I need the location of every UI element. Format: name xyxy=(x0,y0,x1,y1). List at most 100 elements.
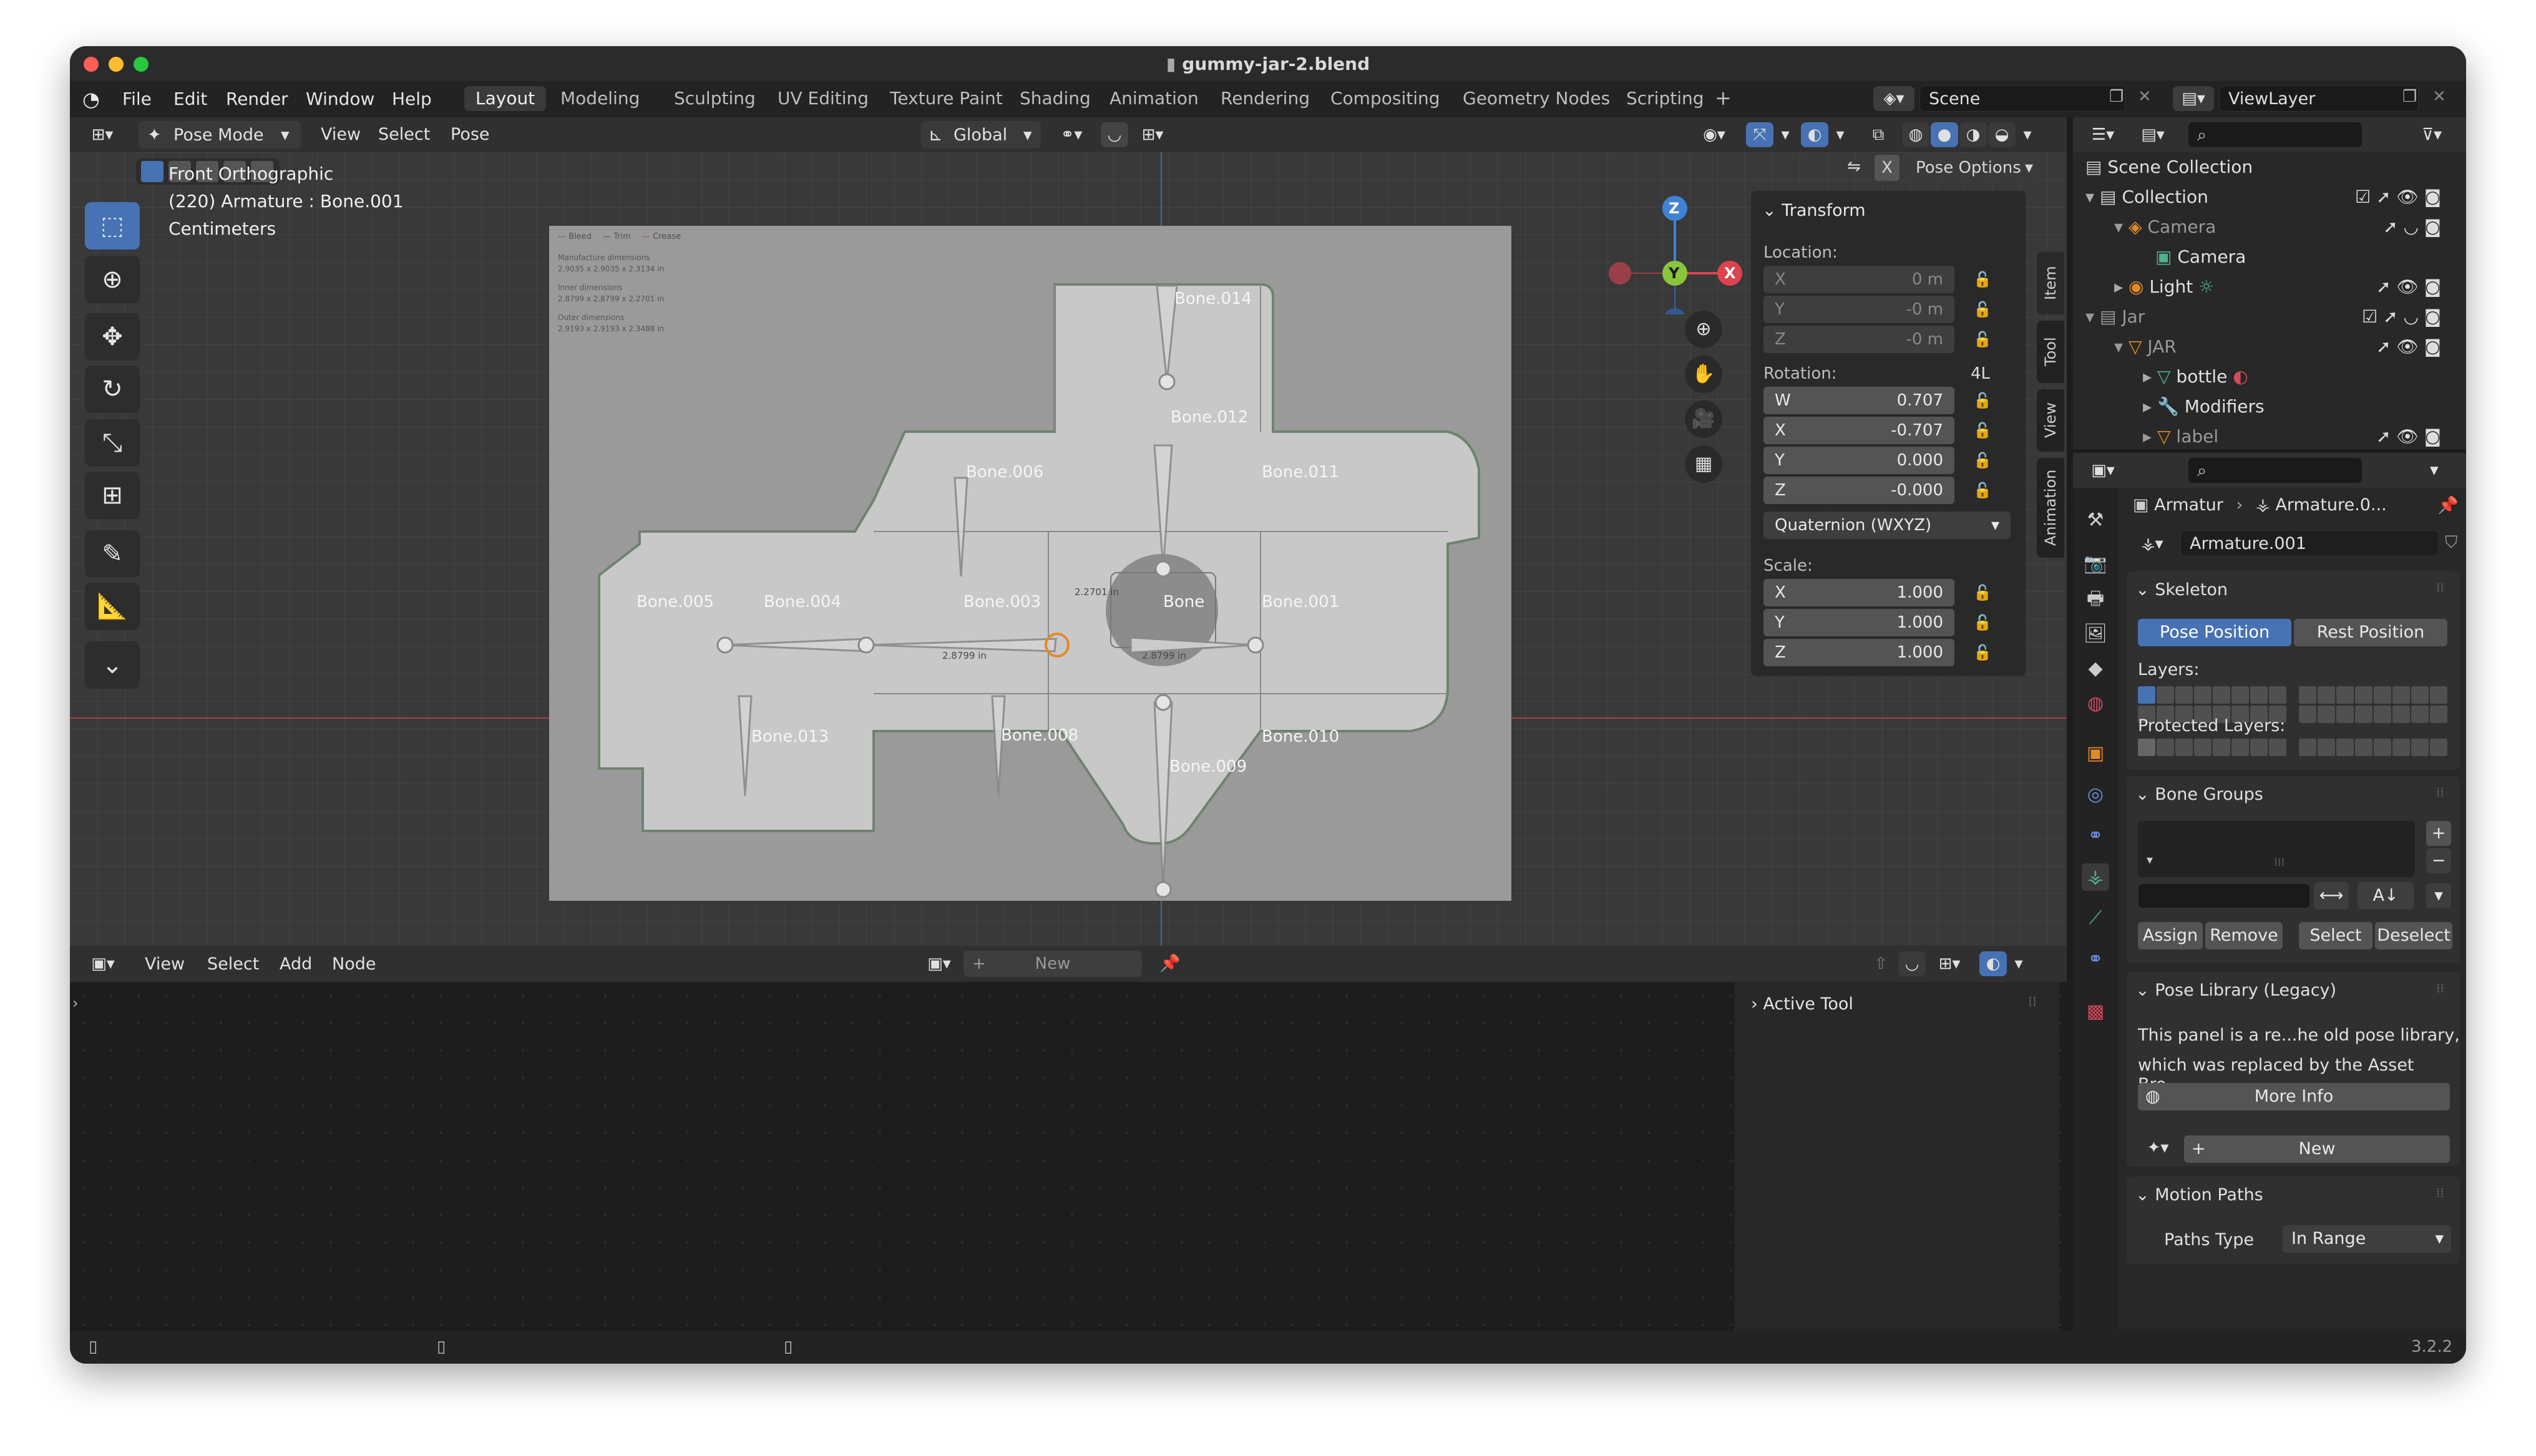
visibility-icons[interactable]: ➚ ◡ ◙ xyxy=(2383,212,2441,242)
blender-logo-icon[interactable]: ◔ xyxy=(82,87,100,111)
node-editor[interactable]: › › Active Tool ⁞⁞ xyxy=(70,982,2067,1331)
armature-data-icon[interactable]: ⚶ xyxy=(2082,863,2109,891)
menu-edit[interactable]: Edit xyxy=(173,89,207,109)
remove-button[interactable]: Remove xyxy=(2205,922,2283,949)
armature-name-field[interactable]: Armature.001 xyxy=(2180,530,2439,556)
perspective-grid-icon[interactable]: ▦ xyxy=(1685,445,1722,483)
tab-scripting[interactable]: Scripting xyxy=(1615,86,1715,111)
bone-group-list[interactable]: ▾ ⁞⁞⁞ xyxy=(2138,821,2415,877)
drag-handle-icon[interactable]: ⁞⁞ xyxy=(2436,1185,2444,1200)
tab-compositing[interactable]: Compositing xyxy=(1319,86,1451,111)
bone-groups-panel-header[interactable]: ⌄ Bone Groups xyxy=(2135,785,2263,804)
node-menu-view[interactable]: View xyxy=(145,954,185,974)
xray-toggle-icon[interactable]: ⧉ xyxy=(1865,122,1892,147)
pose-library-browse-icon[interactable]: ✦▾ xyxy=(2138,1135,2178,1160)
motion-paths-panel-header[interactable]: ⌄ Motion Paths xyxy=(2135,1185,2263,1205)
lock-icon[interactable]: 🔓 xyxy=(1973,271,1992,288)
render-properties-icon[interactable]: 📷 xyxy=(2082,550,2109,578)
object-properties-icon[interactable]: ▣ xyxy=(2082,740,2109,767)
outliner-item-camera[interactable]: ▾ ◈ Camera ➚ ◡ ◙ xyxy=(2114,212,2454,242)
bone-properties-icon[interactable]: ⟋ xyxy=(2082,905,2109,932)
delete-scene-icon[interactable]: ✕ xyxy=(2138,87,2152,106)
tab-sculpting[interactable]: Sculpting xyxy=(663,86,767,111)
more-info-button[interactable]: ◍ More Info xyxy=(2138,1083,2450,1110)
chevron-down-icon[interactable]: ▾ xyxy=(2009,951,2028,976)
lock-icon[interactable]: 🔓 xyxy=(1973,452,1992,469)
menu-render[interactable]: Render xyxy=(226,89,288,109)
rotation-x-field[interactable]: X -0.707 xyxy=(1763,417,1954,444)
outliner-item-bottle[interactable]: ▸ ▽ bottle ◐ xyxy=(2143,362,2248,392)
sidebar-tab-item[interactable]: Item xyxy=(2037,252,2064,314)
constraints-properties-icon[interactable]: ⚭ xyxy=(2082,822,2109,850)
snap-settings-icon[interactable]: ⊞▾ xyxy=(1131,122,1174,147)
outliner-item-modifiers[interactable]: ▸ 🔧 Modifiers xyxy=(2143,392,2265,422)
chevron-down-icon[interactable]: ▾ xyxy=(2018,122,2037,147)
node-menu-node[interactable]: Node xyxy=(332,954,376,974)
gizmo-toggle-icon[interactable]: ⤧ xyxy=(1746,122,1773,147)
layer-cell-active[interactable] xyxy=(2138,686,2155,704)
node-menu-add[interactable]: Add xyxy=(280,954,312,974)
tab-uv-editing[interactable]: UV Editing xyxy=(766,86,880,111)
display-mode-icon[interactable]: ▤▾ xyxy=(2133,122,2173,147)
rotation-y-field[interactable]: Y 0.000 xyxy=(1763,447,1954,474)
node-menu-select[interactable]: Select xyxy=(207,954,259,974)
delete-view-layer-icon[interactable]: ✕ xyxy=(2432,87,2446,106)
visibility-icons[interactable]: ➚ 👁 ◙ xyxy=(2376,422,2441,449)
visibility-icon[interactable]: ◉▾ xyxy=(1692,122,1736,147)
pose-library-panel-header[interactable]: ⌄ Pose Library (Legacy) xyxy=(2135,981,2336,1000)
texture-properties-icon[interactable]: ▩ xyxy=(2082,998,2109,1026)
chevron-down-icon[interactable]: ▾ xyxy=(2426,883,2451,908)
data-type-icon[interactable]: ▣▾ xyxy=(919,951,960,976)
tab-geometry-nodes[interactable]: Geometry Nodes xyxy=(1451,86,1621,111)
deselect-button[interactable]: Deselect xyxy=(2375,922,2452,949)
rotation-z-field[interactable]: Z -0.000 xyxy=(1763,477,1954,504)
visibility-icons[interactable]: ☑ ➚ ◡ ◙ xyxy=(2362,302,2441,332)
lock-icon[interactable]: 🔓 xyxy=(1973,331,1992,348)
outliner-item-jar-object[interactable]: ▾ ▽ JAR ➚ 👁 ◙ xyxy=(2114,332,2454,362)
editor-type-icon[interactable]: ▣▾ xyxy=(2083,458,2123,483)
assign-button[interactable]: Assign xyxy=(2138,922,2203,949)
lock-icon[interactable]: 🔓 xyxy=(1973,644,1992,661)
outliner-item-camera-data[interactable]: ▣ Camera xyxy=(2155,242,2246,272)
wireframe-shading-icon[interactable]: ◍ xyxy=(1902,122,1929,147)
mirror-icon[interactable]: ⇋ xyxy=(1847,157,1861,176)
new-scene-icon[interactable]: ❐ xyxy=(2109,87,2124,106)
menu-window[interactable]: Window xyxy=(306,89,374,109)
editor-type-icon[interactable]: ☰▾ xyxy=(2083,122,2123,147)
layers-grid-right[interactable] xyxy=(2299,686,2449,724)
snap-settings-icon[interactable]: ⊞▾ xyxy=(1929,951,1969,976)
snap-icon[interactable]: ◡ xyxy=(1898,951,1926,976)
drag-handle-icon[interactable]: ⁞⁞ xyxy=(2436,785,2444,800)
active-tool-panel-header[interactable]: › Active Tool xyxy=(1751,994,1853,1014)
fake-user-shield-icon[interactable]: ⛉ xyxy=(2445,533,2457,553)
tab-modeling[interactable]: Modeling xyxy=(549,86,651,111)
transform-orientation[interactable]: ⊾ Global ▾ xyxy=(921,121,1041,148)
protected-layers-grid-right[interactable] xyxy=(2299,739,2449,766)
location-x-field[interactable]: X 0 m xyxy=(1763,266,1954,293)
solid-shading-icon[interactable]: ● xyxy=(1931,122,1958,147)
view-layer-field[interactable]: ViewLayer xyxy=(2219,85,2419,112)
add-bone-group-icon[interactable]: + xyxy=(2426,821,2451,846)
select-button[interactable]: Select xyxy=(2299,922,2373,949)
physics-properties-icon[interactable]: ◎ xyxy=(2082,781,2109,808)
editor-type-icon[interactable]: ⊞▾ xyxy=(82,122,122,147)
filter-invert-icon[interactable]: ⟷ xyxy=(2314,882,2349,910)
properties-search-input[interactable]: ⌕ xyxy=(2188,457,2363,483)
rotation-w-field[interactable]: W 0.707 xyxy=(1763,387,1954,414)
world-properties-icon[interactable]: ◍ xyxy=(2082,690,2109,717)
remove-bone-group-icon[interactable]: − xyxy=(2426,848,2451,873)
scale-x-field[interactable]: X 1.000 xyxy=(1763,579,1954,606)
location-y-field[interactable]: Y -0 m xyxy=(1763,296,1954,323)
3d-viewport[interactable]: ⬚ ⊕ ✥ ↻ ⤡ ⊞ ✎ 📐 ⌄ Front Orthographic (22… xyxy=(70,152,2067,946)
chevron-down-icon[interactable]: ▾ xyxy=(1776,122,1795,147)
snap-toggle-icon[interactable]: ◡ xyxy=(1101,122,1128,147)
scale-z-field[interactable]: Z 1.000 xyxy=(1763,639,1954,666)
outliner-item-light[interactable]: ▸ ◉ Light ☼ ➚ 👁 ◙ xyxy=(2114,272,2454,302)
protected-layer-cell[interactable] xyxy=(2138,739,2155,756)
filter-icon[interactable]: ⊽▾ xyxy=(2410,122,2454,147)
camera-view-icon[interactable]: 🎥 xyxy=(1685,400,1722,438)
tab-shading[interactable]: Shading xyxy=(1008,86,1102,111)
chevron-down-icon[interactable]: ▾ xyxy=(2430,460,2439,480)
editor-type-icon[interactable]: ▣▾ xyxy=(82,951,124,976)
drag-handle-icon[interactable]: ⁞⁞ xyxy=(2436,580,2444,595)
